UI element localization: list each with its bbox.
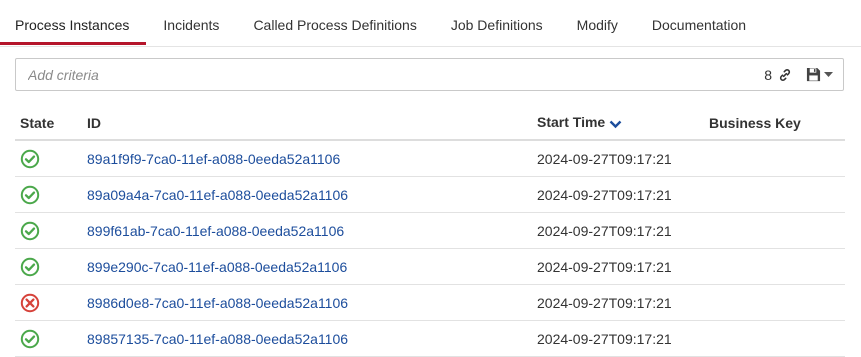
business-key-cell (704, 320, 845, 357)
process-instance-link[interactable]: 89a09a4a-7ca0-11ef-a088-0eeda52a1106 (87, 187, 348, 203)
caret-down-icon (824, 71, 833, 77)
state-cell (15, 284, 82, 321)
table-header-row: State ID Start Time Business Key (15, 107, 845, 141)
x-circle-icon (20, 293, 40, 312)
table-row: 8986d0e8-7ca0-11ef-a088-0eeda52a1106 202… (15, 284, 845, 321)
check-circle-icon (20, 149, 40, 168)
process-instance-link[interactable]: 89857135-7ca0-11ef-a088-0eeda52a1106 (87, 331, 348, 347)
state-cell (15, 248, 82, 285)
tab-documentation[interactable]: Documentation (635, 0, 763, 42)
chevron-down-icon[interactable] (609, 116, 622, 132)
business-key-cell (704, 176, 845, 213)
table-row: 899f61ab-7ca0-11ef-a088-0eeda52a1106 202… (15, 212, 845, 249)
state-cell (15, 212, 82, 249)
tab-bar: Process Instances Incidents Called Proce… (0, 0, 861, 47)
process-instance-link[interactable]: 899e290c-7ca0-11ef-a088-0eeda52a1106 (87, 259, 347, 275)
process-instance-link[interactable]: 899f61ab-7ca0-11ef-a088-0eeda52a1106 (87, 223, 344, 239)
id-cell: 8986d0e8-7ca0-11ef-a088-0eeda52a1106 (82, 284, 532, 321)
tab-process-instances[interactable]: Process Instances (0, 0, 147, 45)
process-instance-link[interactable]: 8986d0e8-7ca0-11ef-a088-0eeda52a1106 (87, 295, 348, 311)
start-time-cell: 2024-09-27T09:17:21 (532, 248, 704, 285)
state-cell (15, 176, 82, 213)
process-instance-link[interactable]: 89a1f9f9-7ca0-11ef-a088-0eeda52a1106 (87, 151, 340, 167)
business-key-cell (704, 284, 845, 321)
search-bar: 8 (15, 58, 844, 91)
column-header-start-time[interactable]: Start Time (532, 107, 704, 141)
start-time-cell: 2024-09-27T09:17:21 (532, 140, 704, 177)
id-cell: 89a09a4a-7ca0-11ef-a088-0eeda52a1106 (82, 176, 532, 213)
table-row: 89a09a4a-7ca0-11ef-a088-0eeda52a1106 202… (15, 176, 845, 213)
check-circle-icon (20, 221, 40, 240)
id-cell: 899f61ab-7ca0-11ef-a088-0eeda52a1106 (82, 212, 532, 249)
link-icon[interactable] (778, 67, 794, 83)
business-key-cell (704, 212, 845, 249)
column-header-start-time-label: Start Time (537, 114, 606, 131)
floppy-disk-icon (806, 67, 821, 82)
column-header-business-key[interactable]: Business Key (704, 107, 845, 141)
start-time-cell: 2024-09-27T09:17:21 (532, 212, 704, 249)
check-circle-icon (20, 257, 40, 276)
id-cell: 89857135-7ca0-11ef-a088-0eeda52a1106 (82, 320, 532, 357)
id-cell: 89a1f9f9-7ca0-11ef-a088-0eeda52a1106 (82, 140, 532, 177)
check-circle-icon (20, 329, 40, 348)
id-cell: 899e290c-7ca0-11ef-a088-0eeda52a1106 (82, 248, 532, 285)
table-row: 89857135-7ca0-11ef-a088-0eeda52a1106 202… (15, 320, 845, 357)
tab-modify[interactable]: Modify (560, 0, 635, 42)
column-header-state: State (15, 107, 82, 141)
result-count: 8 (764, 66, 772, 83)
business-key-cell (704, 140, 845, 177)
search-input[interactable] (16, 65, 765, 84)
table-row: 89a1f9f9-7ca0-11ef-a088-0eeda52a1106 202… (15, 140, 845, 177)
check-circle-icon (20, 185, 40, 204)
start-time-cell: 2024-09-27T09:17:21 (532, 284, 704, 321)
start-time-cell: 2024-09-27T09:17:21 (532, 320, 704, 357)
process-instances-table: State ID Start Time Business Key 89a1f9f… (15, 107, 845, 357)
tab-job-definitions[interactable]: Job Definitions (434, 0, 560, 42)
state-cell (15, 140, 82, 177)
tab-called-process-definitions[interactable]: Called Process Definitions (236, 0, 433, 42)
start-time-cell: 2024-09-27T09:17:21 (532, 176, 704, 213)
column-header-id[interactable]: ID (82, 107, 532, 141)
tab-incidents[interactable]: Incidents (146, 0, 236, 42)
save-dropdown-button[interactable] (806, 67, 833, 82)
table-row: 899e290c-7ca0-11ef-a088-0eeda52a1106 202… (15, 248, 845, 285)
business-key-cell (704, 248, 845, 285)
state-cell (15, 320, 82, 357)
